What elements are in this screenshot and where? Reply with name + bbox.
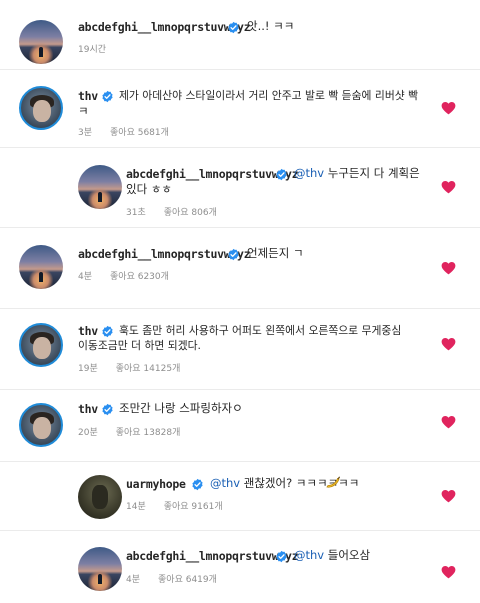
comment-text-continued: 이동조금만 더 하면 되겠다. (78, 339, 201, 352)
mention-link[interactable]: @thv (294, 166, 324, 180)
heart-icon[interactable] (441, 415, 456, 429)
comment-text: 언제든지 ㄱ (247, 246, 304, 260)
comment-likes[interactable]: 좋아요 6230개 (110, 272, 169, 282)
comment-time: 4분 좋아요 6230개 (78, 272, 169, 282)
comment-time: 31초 좋아요 806개 (126, 208, 217, 218)
comment-reply: abcdefghi__lmnopqrstuvwxyz @thv 들어오삼 4분 좋… (0, 531, 480, 603)
comment-text-continued: ㅋ (78, 104, 89, 118)
comment-likes[interactable]: 좋아요 6419개 (158, 575, 217, 585)
avatar[interactable] (19, 403, 63, 447)
avatar[interactable] (78, 475, 122, 519)
heart-icon[interactable] (441, 565, 456, 579)
comment-time: 4분 좋아요 6419개 (126, 575, 217, 585)
comment-time: 20분 좋아요 13828개 (78, 428, 181, 438)
heart-icon[interactable] (441, 261, 456, 275)
avatar[interactable] (78, 547, 122, 591)
comment-likes[interactable]: 좋아요 14125개 (116, 364, 181, 374)
avatar[interactable] (78, 165, 122, 209)
comment-item: thv 조만간 나랑 스파링하자ㅇ 20분 좋아요 13828개 (0, 390, 480, 470)
verified-badge-icon (275, 550, 288, 563)
comment-time: 19시간 (78, 45, 107, 55)
comment-text: 제가 아데산야 스타일이라서 거리 안주고 발로 빡 듣숨에 리버샷 빡 (119, 89, 419, 102)
comment-item: thv 훅도 좀만 허리 사용하구 어퍼도 왼쪽에서 오른쪽으로 무게중심 이동… (0, 309, 480, 389)
comment-time: 19분 좋아요 14125개 (78, 364, 181, 374)
avatar[interactable] (19, 323, 63, 367)
avatar[interactable] (19, 86, 63, 130)
comment-username[interactable]: abcdefghi__lmnopqrstuvwxyz (78, 247, 251, 261)
comment-likes[interactable]: 좋아요 13828개 (116, 428, 181, 438)
avatar[interactable] (19, 245, 63, 289)
comment-item: abcdefghi__lmnopqrstuvwxyz 앗..! ㅋㅋ 19시간 (0, 0, 480, 70)
comment-text: @thv 누구든지 다 계획은 (294, 166, 420, 180)
comment-reply: abcdefghi__lmnopqrstuvwxyz @thv 누구든지 다 계… (0, 148, 480, 227)
verified-badge-icon (275, 168, 288, 181)
comment-username[interactable]: abcdefghi__lmnopqrstuvwxyz (126, 549, 299, 563)
comment-time: 14분 좋아요 9161개 (126, 502, 223, 512)
heart-icon[interactable] (441, 337, 456, 351)
comment-item: abcdefghi__lmnopqrstuvwxyz 언제든지 ㄱ 4분 좋아요 … (0, 228, 480, 308)
comment-likes[interactable]: 좋아요 9161개 (164, 502, 223, 512)
verified-badge-icon (227, 248, 240, 261)
heart-icon[interactable] (441, 489, 456, 503)
comment-likes[interactable]: 좋아요 806개 (164, 208, 217, 218)
mention-link[interactable]: @thv (210, 476, 240, 490)
comment-username[interactable]: uarmyhope (126, 477, 186, 491)
comment-likes[interactable]: 좋아요 5681개 (110, 128, 169, 138)
heart-icon[interactable] (441, 180, 456, 194)
verified-badge-icon (101, 90, 114, 103)
comment-text: 앗..! ㅋㅋ (247, 19, 295, 33)
verified-badge-icon (191, 478, 204, 491)
comment-text: 조만간 나랑 스파링하자ㅇ (119, 401, 243, 415)
verified-badge-icon (101, 403, 114, 416)
heart-icon[interactable] (441, 101, 456, 115)
comment-username[interactable]: abcdefghi__lmnopqrstuvwxyz (78, 20, 251, 34)
comment-username[interactable]: thv (78, 89, 98, 103)
verified-badge-icon (227, 21, 240, 34)
comment-username[interactable]: thv (78, 402, 98, 416)
avatar[interactable] (19, 20, 63, 64)
comment-username[interactable]: abcdefghi__lmnopqrstuvwxyz (126, 167, 299, 181)
comment-time: 3분 좋아요 5681개 (78, 128, 169, 138)
comment-text-continued: 있다 ㅎㅎ (126, 182, 172, 196)
comment-text: @thv 들어오삼 (294, 548, 371, 562)
comment-username[interactable]: thv (78, 324, 98, 338)
comment-reply: uarmyhope @thv 괜찮겠어? ㅋㅋㅋㅋㅋㅋ 14분 좋아요 9161개 (0, 462, 480, 530)
comment-item: thv 제가 아데산야 스타일이라서 거리 안주고 발로 빡 듣숨에 리버샷 빡… (0, 70, 480, 147)
mention-link[interactable]: @thv (294, 548, 324, 562)
banana-emoji (326, 476, 340, 488)
comment-feed: abcdefghi__lmnopqrstuvwxyz 앗..! ㅋㅋ 19시간 … (0, 0, 480, 603)
